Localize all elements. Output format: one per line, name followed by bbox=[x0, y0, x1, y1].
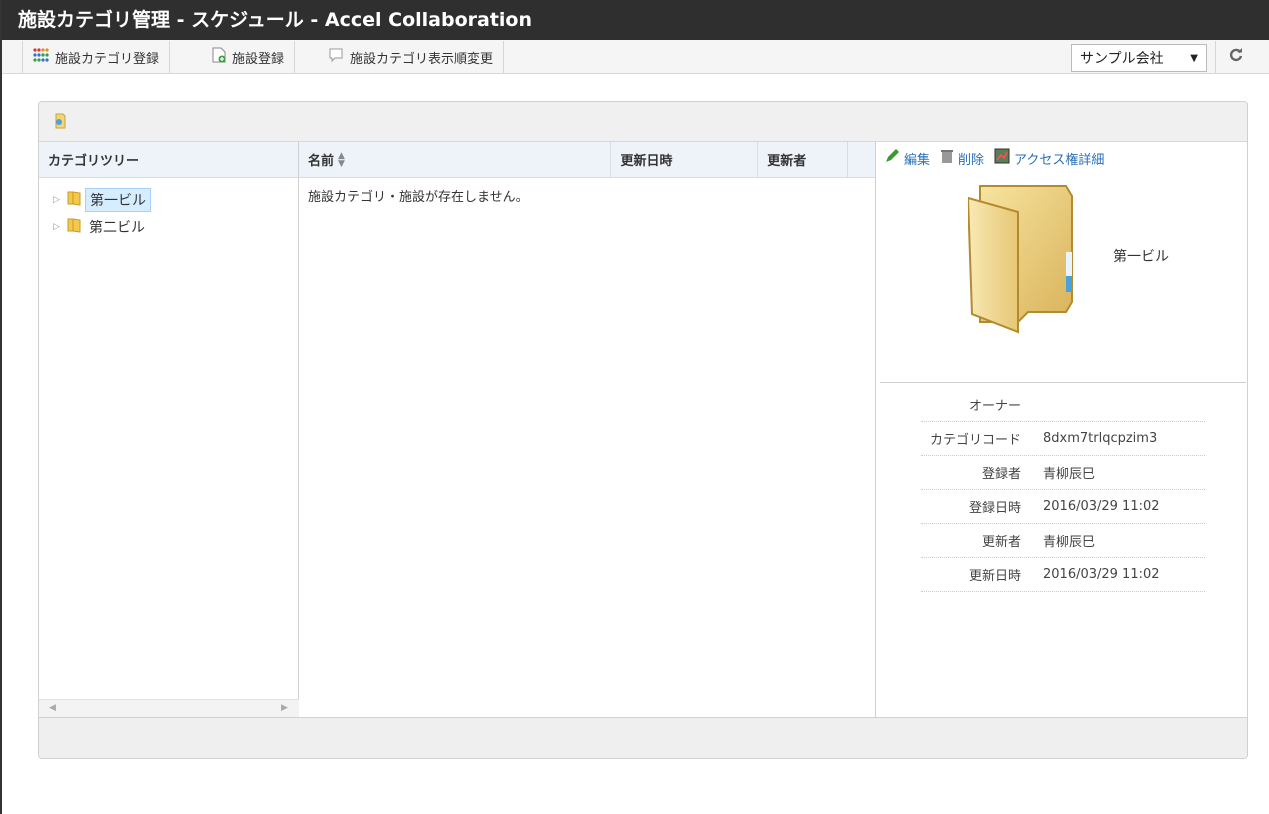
chevron-down-icon: ▼ bbox=[1190, 52, 1198, 64]
expand-arrow-icon[interactable]: ▷ bbox=[53, 195, 63, 205]
change-display-order-label: 施設カテゴリ表示順変更 bbox=[350, 51, 494, 67]
property-row: 登録日時 2016/03/29 11:02 bbox=[921, 490, 1205, 524]
tree-horizontal-scrollbar[interactable]: ◀ ▶ bbox=[39, 699, 299, 719]
property-key: カテゴリコード bbox=[929, 433, 1021, 448]
property-row: 更新者 青柳辰巳 bbox=[921, 524, 1205, 558]
building-folder-icon bbox=[67, 217, 81, 237]
change-display-order-button[interactable]: 施設カテゴリ表示順変更 bbox=[318, 41, 505, 73]
building-folder-icon bbox=[67, 190, 81, 210]
register-facility-button[interactable]: 施設登録 bbox=[202, 41, 296, 73]
property-row: 更新日時 2016/03/29 11:02 bbox=[921, 558, 1205, 592]
pencil-icon bbox=[884, 148, 900, 168]
property-row: 登録者 青柳辰巳 bbox=[921, 456, 1205, 490]
property-key: 更新者 bbox=[981, 535, 1021, 550]
property-key: 登録日時 bbox=[968, 501, 1021, 516]
tree-item-first-building[interactable]: ▷ 第一ビル bbox=[53, 188, 151, 212]
trash-icon bbox=[940, 148, 954, 168]
delete-label: 削除 bbox=[958, 152, 985, 168]
property-key: 更新日時 bbox=[968, 569, 1021, 584]
property-value: 2016/03/29 11:02 bbox=[1043, 567, 1160, 582]
property-value: 2016/03/29 11:02 bbox=[1043, 499, 1160, 514]
header-spacer bbox=[848, 142, 875, 178]
property-table: オーナー カテゴリコード 8dxm7trlqcpzim3 登録者 青柳辰巳 登録… bbox=[921, 388, 1205, 592]
folder-icon bbox=[966, 178, 1088, 342]
speech-bubble-icon bbox=[328, 48, 344, 66]
folder-settings-icon[interactable] bbox=[53, 112, 71, 130]
property-key: 登録者 bbox=[981, 467, 1021, 482]
detail-pane: 編集 削除 アクセス権詳細 第一ビル オーナー カテゴリコード 8dxm7trl… bbox=[876, 142, 1247, 719]
register-category-button[interactable]: 施設カテゴリ登録 bbox=[22, 41, 171, 73]
property-row: カテゴリコード 8dxm7trlqcpzim3 bbox=[921, 422, 1205, 456]
scroll-right-arrow-icon[interactable]: ▶ bbox=[281, 703, 288, 713]
access-chart-icon bbox=[994, 148, 1010, 168]
updated-by-column-header[interactable]: 更新者 bbox=[758, 141, 849, 178]
edit-button[interactable]: 編集 bbox=[884, 148, 930, 168]
property-value: 青柳辰巳 bbox=[1043, 467, 1096, 482]
empty-message: 施設カテゴリ・施設が存在しません。 bbox=[308, 190, 529, 205]
category-tree: カテゴリツリー ▷ 第一ビル ▷ 第二ビル ◀ ▶ bbox=[39, 142, 299, 719]
company-select[interactable]: サンプル会社 ▼ bbox=[1071, 44, 1207, 72]
refresh-button[interactable] bbox=[1215, 41, 1255, 73]
expand-arrow-icon[interactable]: ▷ bbox=[53, 222, 63, 232]
property-row: オーナー bbox=[921, 388, 1205, 422]
main-panel: カテゴリツリー ▷ 第一ビル ▷ 第二ビル ◀ ▶ 名前 ▲ ▼ 更新日時 更新… bbox=[38, 101, 1248, 759]
company-select-value: サンプル会社 bbox=[1080, 51, 1164, 67]
detail-actions: 編集 削除 アクセス権詳細 bbox=[884, 148, 1104, 168]
add-document-icon bbox=[212, 47, 226, 67]
sort-icon: ▲ ▼ bbox=[338, 150, 345, 169]
access-rights-label: アクセス権詳細 bbox=[1014, 152, 1105, 168]
updated-at-column-header[interactable]: 更新日時 bbox=[611, 141, 759, 178]
window-title: 施設カテゴリ管理 - スケジュール - Accel Collaboration bbox=[2, 0, 1269, 40]
divider bbox=[880, 382, 1246, 383]
name-column-header[interactable]: 名前 ▲ ▼ bbox=[299, 141, 612, 178]
tree-item-label: 第一ビル bbox=[85, 188, 151, 212]
delete-button[interactable]: 削除 bbox=[940, 148, 984, 168]
refresh-icon bbox=[1228, 47, 1244, 68]
item-list: 名前 ▲ ▼ 更新日時 更新者 施設カテゴリ・施設が存在しません。 bbox=[299, 141, 876, 719]
property-value: 8dxm7trlqcpzim3 bbox=[1043, 431, 1158, 446]
tree-item-label: 第二ビル bbox=[89, 220, 145, 236]
property-key: オーナー bbox=[968, 399, 1021, 414]
selected-category-name: 第一ビル bbox=[1113, 249, 1169, 265]
register-facility-label: 施設登録 bbox=[232, 51, 285, 67]
property-value: 青柳辰巳 bbox=[1043, 535, 1096, 550]
tree-item-second-building[interactable]: ▷ 第二ビル bbox=[53, 216, 149, 238]
panel-header bbox=[39, 102, 1247, 142]
register-category-label: 施設カテゴリ登録 bbox=[55, 51, 160, 67]
edit-label: 編集 bbox=[904, 152, 931, 168]
panel-footer bbox=[39, 717, 1247, 758]
grid-dots-icon bbox=[33, 48, 49, 66]
access-rights-button[interactable]: アクセス権詳細 bbox=[994, 148, 1104, 168]
scroll-left-arrow-icon[interactable]: ◀ bbox=[49, 703, 56, 713]
name-header-label: 名前 bbox=[308, 154, 335, 169]
page: 施設カテゴリ管理 - スケジュール - Accel Collaboration … bbox=[0, 0, 1269, 814]
tree-header: カテゴリツリー bbox=[39, 142, 298, 178]
list-header: 名前 ▲ ▼ 更新日時 更新者 bbox=[299, 141, 875, 178]
